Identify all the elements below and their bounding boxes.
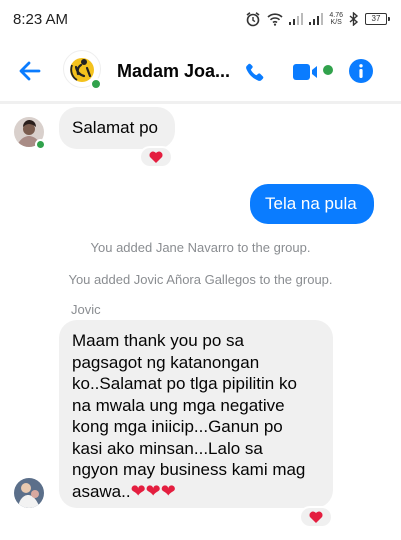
net-speed: 4.76 K/S [329,12,343,26]
heart-icon [309,511,323,523]
active-dot [323,65,333,75]
contact-name[interactable]: Madam Joa... [117,61,230,82]
status-bar: 8:23 AM 4.76 K/S 37 [0,0,401,40]
info-button[interactable] [349,59,373,88]
message-line-text: asawa.. [72,481,131,501]
chat-header: Madam Joa... [0,40,401,102]
heart-emoji: ❤❤❤ [130,480,176,501]
info-icon [349,59,373,83]
status-time: 8:23 AM [13,11,69,28]
message-bubble-outgoing[interactable]: Tela na pula [250,184,374,224]
message-text: Salamat po [72,118,158,137]
wifi-icon [267,12,283,26]
bluetooth-icon [349,12,359,26]
sender-name: Jovic [71,302,101,317]
message-line: ko..Salamat po tlga pipilitin ko [72,374,297,393]
net-speed-unit: K/S [330,19,342,26]
message-line: pagsagot ng katanongan [72,352,260,372]
battery-icon: 37 [365,13,390,25]
heart-reaction[interactable] [299,506,333,528]
message-line: ngyon may business kami mag [72,460,306,479]
message-bubble[interactable]: Maam thank you po sa pagsagot ng katanon… [59,320,333,508]
message-line: na mwala ung mga negative [72,395,285,415]
message-line: Maam thank you po sa [72,331,244,350]
message-text: Tela na pula [265,194,357,213]
message-line: asawa..❤❤❤ [72,481,320,503]
back-button[interactable] [16,57,44,85]
message-line: kong mga iniicip...Ganun po [72,417,283,436]
message-bubble[interactable]: Salamat po [59,107,175,149]
phone-icon [246,63,264,81]
video-camera-icon [293,64,317,80]
online-indicator [35,139,46,150]
message-line: kasi ako minsan...Lalo sa [72,438,263,458]
online-indicator [90,78,102,90]
audio-call-button[interactable] [243,60,267,89]
header-divider [0,101,401,104]
heart-reaction[interactable] [139,146,173,168]
video-call-button[interactable] [293,62,333,87]
alarm-icon [245,11,261,27]
contact-avatar[interactable] [63,50,102,90]
status-icons: 4.76 K/S 37 [245,9,390,29]
signal-icon [309,13,324,25]
net-speed-value: 4.76 [329,12,343,19]
system-message: You added Jane Navarro to the group. [90,240,311,255]
sender-avatar[interactable] [14,478,44,508]
heart-icon [149,151,163,163]
back-arrow-icon [19,61,41,81]
system-message: You added Jovic Añora Gallegos to the gr… [68,272,333,287]
signal-icon [289,13,304,25]
